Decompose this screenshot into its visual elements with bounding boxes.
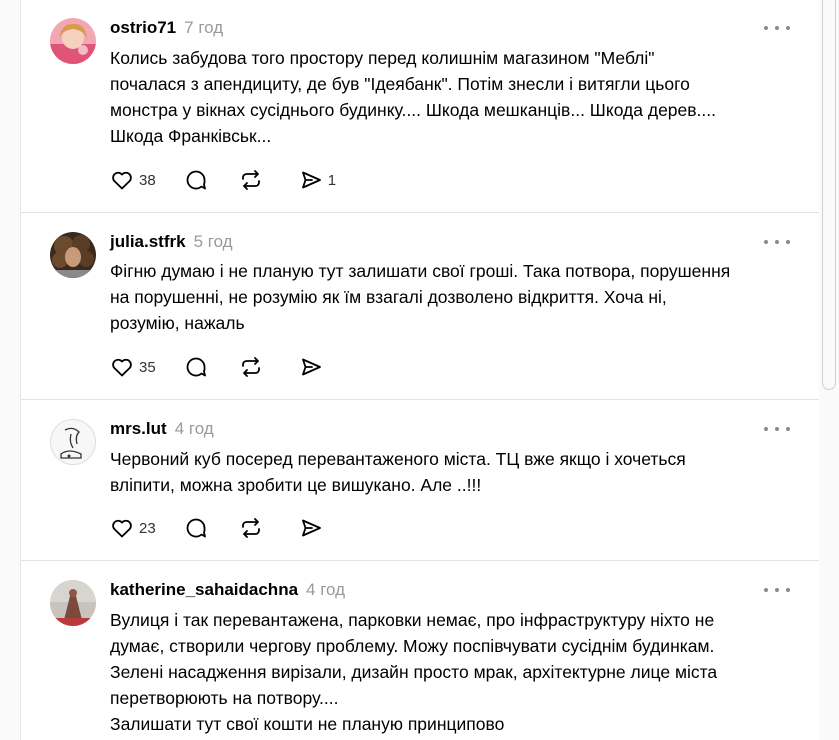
reply-post: julia.stfrk 5 год Фігню думаю і не плану… <box>21 213 820 400</box>
text-line: Фігню думаю і не планую тут залишати сво… <box>110 261 731 281</box>
username[interactable]: ostrio71 <box>110 18 176 38</box>
reply-button[interactable] <box>184 353 208 381</box>
more-options-icon[interactable] <box>764 22 790 34</box>
reply-post: mrs.lut 4 год Червоний куб посеред перев… <box>21 400 820 561</box>
action-bar: 23 <box>110 514 346 542</box>
more-options-icon[interactable] <box>764 584 790 596</box>
like-button[interactable]: 23 <box>110 514 156 542</box>
replies-feed: ostrio71 7 год Колись забудова того прос… <box>20 0 821 740</box>
reply-post: katherine_sahaidachna 4 год Вулиця і так… <box>21 561 820 740</box>
repost-icon <box>241 170 260 190</box>
share-button[interactable] <box>299 514 328 542</box>
like-button[interactable]: 35 <box>110 353 156 381</box>
like-button[interactable]: 38 <box>110 166 156 194</box>
heart-icon <box>112 358 132 377</box>
text-line: Шкода Франківськ... <box>110 126 272 146</box>
reply-text: Колись забудова того простору перед коли… <box>110 45 800 149</box>
text-line: на порушенні, не розумію як їм взагалі д… <box>110 287 667 307</box>
heart-icon <box>112 519 132 538</box>
like-count: 38 <box>139 171 156 189</box>
text-line: Колись забудова того простору перед коли… <box>110 48 655 68</box>
reply-text: Вулиця і так перевантажена, парковки нем… <box>110 607 800 737</box>
reply-header: mrs.lut 4 год <box>110 419 214 441</box>
share-button[interactable]: 1 <box>299 166 336 194</box>
timestamp[interactable]: 7 год <box>184 18 223 38</box>
send-icon <box>301 519 321 537</box>
more-options-icon[interactable] <box>764 423 790 435</box>
reply-text: Червоний куб посеред перевантаженого міс… <box>110 446 800 498</box>
text-line: Вулиця і так перевантажена, парковки нем… <box>110 610 715 630</box>
text-line: розумію, нажаль <box>110 313 245 333</box>
repost-button[interactable] <box>238 353 269 381</box>
username[interactable]: katherine_sahaidachna <box>110 580 298 600</box>
reply-header: katherine_sahaidachna 4 год <box>110 580 345 602</box>
text-line: почалася з апендициту, де був "Ідеябанк"… <box>110 74 690 94</box>
text-line: думає, створили чергову проблему. Можу п… <box>110 636 715 656</box>
action-bar: 38 1 <box>110 166 354 194</box>
action-bar: 35 <box>110 353 346 381</box>
text-line: вліпити, можна зробити це вишукано. Але … <box>110 475 482 495</box>
text-line: Червоний куб посеред перевантаженого міс… <box>110 449 686 469</box>
share-count: 1 <box>327 171 337 189</box>
comment-icon <box>186 518 206 538</box>
more-options-icon[interactable] <box>764 236 790 248</box>
reply-text: Фігню думаю і не планую тут залишати сво… <box>110 258 800 336</box>
text-line: Залишати тут свої кошти не планую принци… <box>110 714 505 734</box>
reply-header: julia.stfrk 5 год <box>110 232 233 254</box>
text-line: монстра у вікнах сусіднього будинку.... … <box>110 100 717 120</box>
timestamp[interactable]: 5 год <box>194 232 233 252</box>
scrollbar[interactable] <box>819 0 839 740</box>
reply-button[interactable] <box>184 166 208 194</box>
text-line: перетворюють на потвору.... <box>110 688 339 708</box>
heart-icon <box>112 171 132 190</box>
reply-header: ostrio71 7 год <box>110 18 223 40</box>
send-icon <box>301 171 321 189</box>
avatar[interactable] <box>50 232 96 278</box>
comment-icon <box>186 357 206 377</box>
repost-button[interactable] <box>238 166 269 194</box>
timestamp[interactable]: 4 год <box>306 580 345 600</box>
timestamp[interactable]: 4 год <box>175 419 214 439</box>
text-line: Зелені насадження вирізали, дизайн прост… <box>110 662 718 682</box>
avatar[interactable] <box>50 18 96 64</box>
reply-button[interactable] <box>184 514 208 542</box>
avatar[interactable] <box>50 419 96 465</box>
like-count: 23 <box>139 519 156 537</box>
send-icon <box>301 358 321 376</box>
threads-page: ostrio71 7 год Колись забудова того прос… <box>0 0 839 740</box>
repost-button[interactable] <box>238 514 269 542</box>
avatar[interactable] <box>50 580 96 626</box>
username[interactable]: mrs.lut <box>110 419 167 439</box>
scrollbar-thumb[interactable] <box>822 0 836 390</box>
share-button[interactable] <box>299 353 328 381</box>
username[interactable]: julia.stfrk <box>110 232 186 252</box>
like-count: 35 <box>139 358 156 376</box>
reply-post: ostrio71 7 год Колись забудова того прос… <box>21 0 820 213</box>
repost-icon <box>241 518 260 538</box>
repost-icon <box>241 357 260 377</box>
comment-icon <box>186 170 206 190</box>
